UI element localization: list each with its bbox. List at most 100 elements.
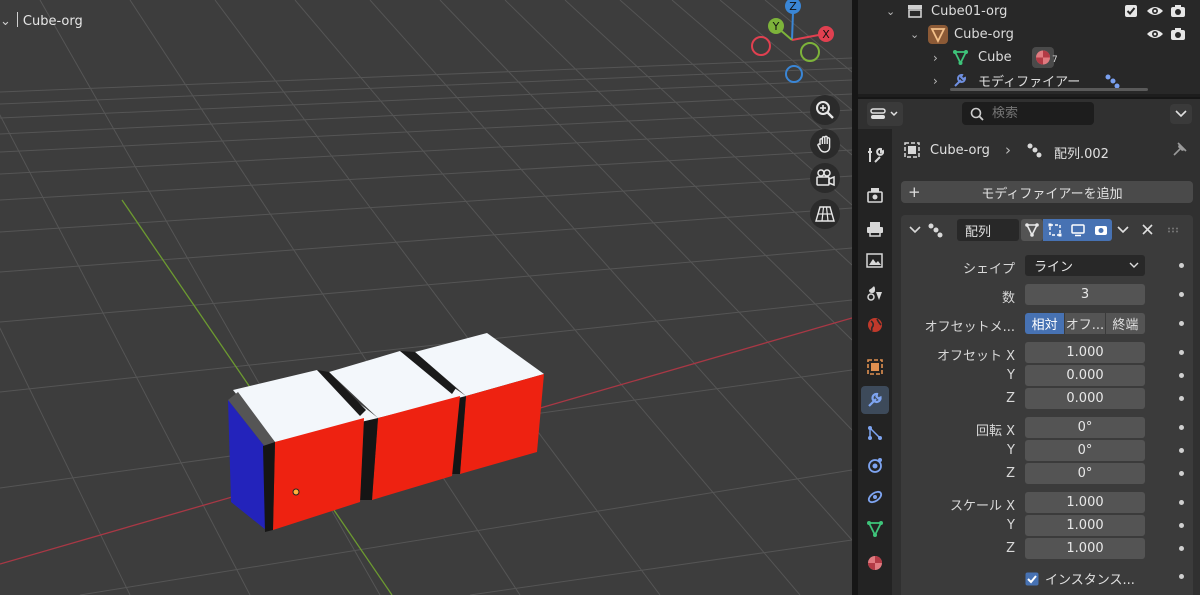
keyframe-dot[interactable] bbox=[1179, 396, 1184, 401]
floor-grid bbox=[0, 0, 852, 595]
expand-icon[interactable]: › bbox=[933, 51, 938, 65]
render-camera-icon[interactable] bbox=[1170, 26, 1186, 42]
modifier-panel: 配列 シェイプ ライン 数 3 オフセットメ... 相対 オフ... 終端 オフ… bbox=[901, 215, 1193, 595]
eye-icon[interactable] bbox=[1146, 4, 1164, 18]
breadcrumb-object: Cube-org bbox=[930, 143, 990, 158]
header-edge-icon[interactable]: ⌄ bbox=[0, 14, 11, 29]
tab-particles[interactable] bbox=[861, 419, 889, 447]
camera-render-icon bbox=[1094, 226, 1107, 235]
editor-type-dropdown[interactable] bbox=[867, 102, 903, 126]
particles-icon bbox=[868, 426, 882, 440]
offset-z-field[interactable]: 0.000 bbox=[1025, 388, 1145, 409]
keyframe-dot[interactable] bbox=[1179, 292, 1184, 297]
tab-data[interactable] bbox=[861, 515, 889, 543]
chevron-down-icon bbox=[1175, 110, 1187, 118]
instance-checkbox[interactable]: インスタンス... bbox=[1025, 569, 1135, 588]
outliner-row-collection[interactable]: ⌄ Cube01-org bbox=[858, 0, 1200, 23]
world-icon bbox=[868, 318, 882, 332]
outliner-scrollbar[interactable] bbox=[950, 88, 1148, 91]
physics-icon bbox=[868, 458, 882, 473]
plus-icon: + bbox=[908, 183, 921, 201]
modifier-name-field[interactable]: 配列 bbox=[957, 219, 1019, 241]
keyframe-dot[interactable] bbox=[1179, 500, 1184, 505]
keyframe-dot[interactable] bbox=[1179, 263, 1184, 268]
count-field[interactable]: 3 bbox=[1025, 284, 1145, 305]
pin-icon[interactable] bbox=[1172, 141, 1188, 157]
camera-view-button[interactable] bbox=[810, 163, 840, 193]
collapse-icon[interactable]: ⌄ bbox=[910, 28, 919, 41]
keyframe-dot[interactable] bbox=[1179, 574, 1184, 579]
expand-icon[interactable]: › bbox=[933, 74, 938, 88]
rotation-x-field[interactable]: 0° bbox=[1025, 417, 1145, 438]
rotation-y-field[interactable]: 0° bbox=[1025, 440, 1145, 461]
eye-icon[interactable] bbox=[1146, 27, 1164, 41]
search-input[interactable] bbox=[992, 106, 1088, 121]
material-count-badge: 7 bbox=[1052, 55, 1058, 65]
tab-output[interactable] bbox=[861, 215, 889, 243]
tab-scene[interactable] bbox=[861, 279, 889, 307]
outliner-row-mesh[interactable]: › Cube 7 bbox=[858, 46, 1200, 69]
outliner-panel[interactable]: ⌄ Cube01-org ⌄ Cube-org › Cube 7 › モディファ… bbox=[858, 0, 1200, 94]
tab-object[interactable] bbox=[861, 353, 889, 381]
viewport-display-toggle[interactable] bbox=[1066, 219, 1089, 241]
cube-array[interactable] bbox=[228, 333, 544, 532]
offset-end-button[interactable]: 終端 bbox=[1105, 313, 1145, 334]
add-modifier-button[interactable]: + モディファイアーを追加 bbox=[901, 181, 1193, 203]
offset-x-label: オフセット X bbox=[936, 349, 1015, 364]
close-icon[interactable] bbox=[1142, 224, 1153, 235]
wrench-icon bbox=[954, 74, 966, 87]
properties-panel: Cube-org › 配列.002 + モディファイアーを追加 配列 シェイプ … bbox=[892, 129, 1200, 595]
tab-material[interactable] bbox=[861, 549, 889, 577]
scale-x-field[interactable]: 1.000 bbox=[1025, 492, 1145, 513]
printer-icon bbox=[867, 222, 883, 237]
keyframe-dot[interactable] bbox=[1179, 425, 1184, 430]
offset-relative-button[interactable]: 相対 bbox=[1025, 313, 1065, 334]
viewport-object-name: Cube-org bbox=[22, 14, 83, 29]
material-sphere-icon bbox=[868, 556, 882, 570]
offset-y-field[interactable]: 0.000 bbox=[1025, 365, 1145, 386]
scale-z-label: Z bbox=[1006, 541, 1015, 556]
pan-button[interactable] bbox=[810, 129, 840, 159]
scale-z-field[interactable]: 1.000 bbox=[1025, 538, 1145, 559]
scale-y-field[interactable]: 1.000 bbox=[1025, 515, 1145, 536]
keyframe-dot[interactable] bbox=[1179, 471, 1184, 476]
properties-search[interactable] bbox=[962, 102, 1094, 125]
options-dropdown[interactable] bbox=[1170, 104, 1192, 124]
fit-type-dropdown[interactable]: ライン bbox=[1025, 255, 1145, 276]
perspective-toggle-button[interactable] bbox=[810, 199, 840, 229]
keyframe-dot[interactable] bbox=[1179, 350, 1184, 355]
tab-world[interactable] bbox=[861, 311, 889, 339]
material-sphere-icon[interactable] bbox=[1032, 47, 1054, 68]
edit-cage-toggle[interactable] bbox=[1021, 219, 1043, 241]
offset-constant-button[interactable]: オフ... bbox=[1065, 313, 1105, 334]
keyframe-dot[interactable] bbox=[1179, 546, 1184, 551]
drag-handle-icon[interactable] bbox=[1167, 227, 1181, 233]
tab-view-layer[interactable] bbox=[861, 247, 889, 275]
keyframe-dot[interactable] bbox=[1179, 373, 1184, 378]
checkbox-icon[interactable] bbox=[1124, 4, 1138, 18]
tab-tool[interactable] bbox=[861, 141, 889, 169]
keyframe-dot[interactable] bbox=[1179, 448, 1184, 453]
render-camera-icon[interactable] bbox=[1170, 3, 1186, 19]
keyframe-dot[interactable] bbox=[1179, 523, 1184, 528]
offset-method-group: 相対 オフ... 終端 bbox=[1025, 313, 1145, 334]
outliner-row-object[interactable]: ⌄ Cube-org bbox=[858, 23, 1200, 46]
tab-constraints[interactable] bbox=[861, 483, 889, 511]
render-toggle[interactable] bbox=[1089, 219, 1112, 241]
keyframe-dot[interactable] bbox=[1179, 321, 1184, 326]
3d-viewport[interactable]: Z X Y ⌄ Cube-org bbox=[0, 0, 852, 595]
tab-modifiers[interactable] bbox=[861, 386, 889, 414]
outliner-item-label: Cube01-org bbox=[931, 4, 1008, 19]
chevron-down-icon[interactable] bbox=[1117, 226, 1129, 234]
editmode-icon bbox=[1048, 223, 1061, 237]
offset-x-field[interactable]: 1.000 bbox=[1025, 342, 1145, 363]
tab-render[interactable] bbox=[861, 181, 889, 209]
zoom-button[interactable] bbox=[810, 95, 840, 125]
collapse-chevron-icon[interactable] bbox=[909, 226, 921, 234]
edit-mode-toggle[interactable] bbox=[1043, 219, 1066, 241]
collapse-icon[interactable]: ⌄ bbox=[886, 5, 895, 18]
outliner-item-label: Cube bbox=[978, 50, 1012, 65]
array-modifier-icon bbox=[1027, 143, 1042, 158]
rotation-z-field[interactable]: 0° bbox=[1025, 463, 1145, 484]
tab-physics[interactable] bbox=[861, 451, 889, 479]
